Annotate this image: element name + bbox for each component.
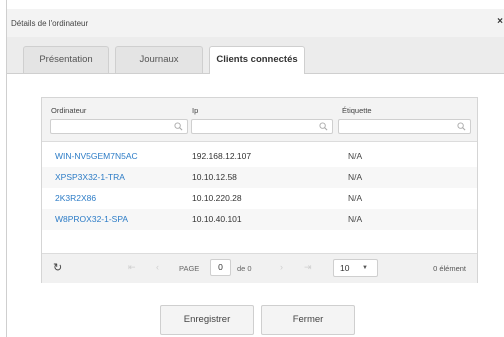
next-page-icon[interactable]: › <box>280 262 283 272</box>
cell-ip: 10.10.40.101 <box>192 214 242 224</box>
computer-details-dialog: Détails de l'ordinateur × Présentation J… <box>6 0 504 337</box>
search-icon <box>457 122 466 131</box>
clients-grid: Ordinateur Ip Étiquette WIN-NV5GEM7N5AC … <box>41 97 478 283</box>
search-icon <box>174 122 183 131</box>
cell-ordinateur[interactable]: 2K3R2X86 <box>55 188 96 209</box>
grid-pager: ↻ ⇤ ‹ PAGE 0 de 0 › ⇥ 10 ▼ 0 élément <box>42 253 477 283</box>
cell-ordinateur[interactable]: XPSP3X32-1-TRA <box>55 167 125 188</box>
dialog-title: Détails de l'ordinateur <box>11 19 89 28</box>
cell-etiquette: N/A <box>348 193 363 203</box>
page-label: PAGE <box>179 264 200 273</box>
column-header-ip[interactable]: Ip <box>192 106 198 115</box>
item-count: 0 élément <box>433 264 466 273</box>
table-row[interactable]: W8PROX32-1-SPA 10.10.40.101 N/A <box>42 209 477 230</box>
dialog-titlebar: Détails de l'ordinateur × <box>7 9 504 38</box>
table-row[interactable]: WIN-NV5GEM7N5AC 192.168.12.107 N/A <box>42 146 477 167</box>
page-total-label: de 0 <box>237 264 252 273</box>
table-row[interactable]: 2K3R2X86 10.10.220.28 N/A <box>42 188 477 209</box>
page-number-input[interactable]: 0 <box>210 259 231 276</box>
table-row[interactable]: XPSP3X32-1-TRA 10.10.12.58 N/A <box>42 167 477 188</box>
last-page-icon[interactable]: ⇥ <box>304 262 312 273</box>
chevron-down-icon: ▼ <box>362 265 368 271</box>
cell-ip: 10.10.220.28 <box>192 193 242 203</box>
cell-ip: 192.168.12.107 <box>192 151 252 161</box>
tab-clients-connectes[interactable]: Clients connectés <box>209 46 305 74</box>
cell-etiquette: N/A <box>348 172 363 182</box>
tab-journaux[interactable]: Journaux <box>115 46 203 73</box>
previous-page-icon[interactable]: ‹ <box>156 262 159 272</box>
filter-ip-input[interactable] <box>191 119 333 134</box>
first-page-icon[interactable]: ⇤ <box>128 262 136 273</box>
tab-presentation[interactable]: Présentation <box>23 46 109 73</box>
filter-etiquette-input[interactable] <box>338 119 471 134</box>
grid-header: Ordinateur Ip Étiquette <box>42 98 477 142</box>
cell-ordinateur[interactable]: WIN-NV5GEM7N5AC <box>55 146 138 167</box>
cell-ordinateur[interactable]: W8PROX32-1-SPA <box>55 209 128 230</box>
page-size-select[interactable]: 10 ▼ <box>333 259 378 277</box>
cell-etiquette: N/A <box>348 214 363 224</box>
close-icon[interactable]: × <box>497 16 503 27</box>
refresh-icon[interactable]: ↻ <box>53 261 62 274</box>
page-size-value: 10 <box>340 263 350 273</box>
cell-ip: 10.10.12.58 <box>192 172 237 182</box>
save-button[interactable]: Enregistrer <box>160 305 254 335</box>
cell-etiquette: N/A <box>348 151 363 161</box>
cancel-button[interactable]: Fermer <box>261 305 355 335</box>
column-header-etiquette[interactable]: Étiquette <box>342 106 372 115</box>
column-header-ordinateur[interactable]: Ordinateur <box>51 106 86 115</box>
tab-bar: Présentation Journaux Clients connectés <box>7 37 504 74</box>
filter-ordinateur-input[interactable] <box>50 119 188 134</box>
search-icon <box>319 122 328 131</box>
